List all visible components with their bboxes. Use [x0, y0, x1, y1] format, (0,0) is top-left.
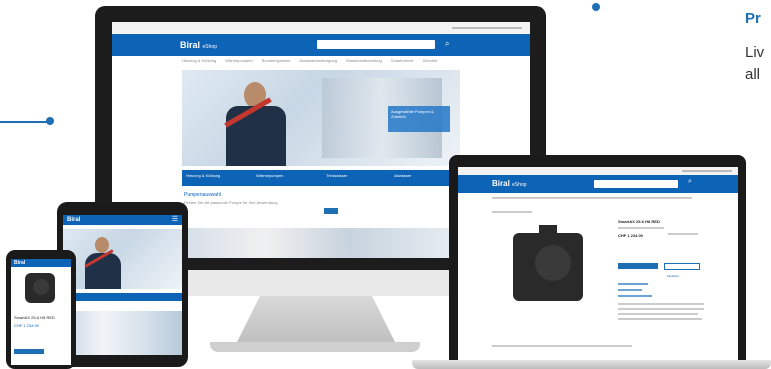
laptop-cart-button[interactable]: In den Warenkorb: [618, 263, 658, 277]
desktop-topbar: [112, 22, 530, 34]
technician-head: [95, 237, 109, 253]
category-tile[interactable]: Abwasser: [394, 173, 412, 178]
technician-body: [226, 106, 286, 166]
tablet-tiles: [63, 293, 182, 301]
desktop-nav: Heizung & Kühlung Wärmepumpen Boostersys…: [112, 58, 530, 68]
nav-item[interactable]: Zubehör: [423, 58, 438, 63]
desktop-logo[interactable]: Biral eShop: [180, 40, 217, 50]
tablet-image-grid: [63, 311, 182, 355]
desktop-base: [210, 342, 420, 352]
phone-price: CHF 1 234.00: [14, 323, 39, 328]
intro-line-2: all: [745, 66, 761, 83]
laptop-topbar: [458, 167, 738, 175]
tablet-screen: Biral ☰: [63, 215, 182, 355]
phone-product-title: SmartAX 25-6 H8 RED: [14, 315, 55, 320]
search-icon[interactable]: ⌕: [445, 39, 449, 49]
phone-header: Biral: [11, 259, 71, 267]
nav-item[interactable]: Wärmepumpen: [225, 58, 252, 63]
nav-item[interactable]: Wasseraufbereitung: [346, 58, 382, 63]
laptop-price: CHF 1 234.00: [618, 233, 643, 238]
phone-screen: Biral SmartAX 25-6 H8 RED CHF 1 234.00: [11, 259, 71, 365]
phone-cart-button[interactable]: [14, 349, 44, 354]
nav-item[interactable]: Abwasserentsorgung: [299, 58, 337, 63]
connector-line-left: [0, 121, 48, 123]
section-title: Pumpenauswahl: [184, 192, 221, 198]
phone-pump-image: [25, 273, 55, 303]
desktop-header: Biral eShop ⌕: [112, 34, 530, 56]
pump-connector: [539, 225, 557, 235]
laptop-search-input[interactable]: [594, 180, 678, 188]
desktop-hero: Ausgewählte Pumpen & Zubehör: [182, 70, 460, 166]
laptop-product-title: SmartAX 25-6 H8 RED: [618, 219, 660, 224]
category-tile[interactable]: Trinkwasser: [326, 173, 347, 178]
laptop-logo[interactable]: Biral eShop: [492, 179, 527, 188]
tablet-logo[interactable]: Biral: [67, 217, 80, 223]
desktop-search-button[interactable]: [324, 208, 338, 214]
desktop-image-strip: [182, 228, 460, 258]
laptop-base: [412, 360, 771, 369]
laptop-breadcrumb: [492, 211, 532, 213]
pump-display: [535, 245, 571, 281]
connector-dot-left: [46, 117, 54, 125]
laptop-header: Biral eShop ⌕: [458, 175, 738, 193]
menu-icon[interactable]: ☰: [172, 215, 178, 223]
intro-heading: Pr: [745, 10, 761, 27]
nav-item[interactable]: Heizung & Kühlung: [182, 58, 216, 63]
laptop-screen: Biral eShop ⌕ SmartAX 25-6 H8 RED CHF 1 …: [458, 167, 738, 360]
hero-promo-box[interactable]: Ausgewählte Pumpen & Zubehör: [388, 106, 450, 132]
laptop-wishlist-button[interactable]: Merkliste: [664, 263, 700, 278]
desktop-search-input[interactable]: [317, 40, 435, 49]
tablet-hero: [63, 229, 182, 289]
connector-dot-top: [592, 3, 600, 11]
category-tile[interactable]: Wärmepumpen: [256, 173, 283, 178]
laptop-nav: [458, 195, 738, 201]
phone-logo[interactable]: Biral: [14, 260, 25, 266]
intro-line-1: Liv: [745, 44, 765, 61]
tablet-header: Biral ☰: [63, 215, 182, 225]
section-subtitle: Finden Sie die passende Pumpe für Ihre A…: [184, 200, 278, 205]
nav-item[interactable]: Solarthermie: [391, 58, 414, 63]
laptop-pump-image: [513, 225, 583, 301]
desktop-stand: [236, 296, 396, 344]
category-tile[interactable]: Heizung & Kühlung: [186, 173, 220, 178]
technician-body: [85, 253, 121, 289]
laptop-tabs: [492, 345, 632, 347]
search-icon[interactable]: ⌕: [688, 178, 692, 186]
nav-item[interactable]: Boostersysteme: [262, 58, 291, 63]
desktop-category-tiles: Heizung & Kühlung Wärmepumpen Trinkwasse…: [182, 170, 460, 186]
